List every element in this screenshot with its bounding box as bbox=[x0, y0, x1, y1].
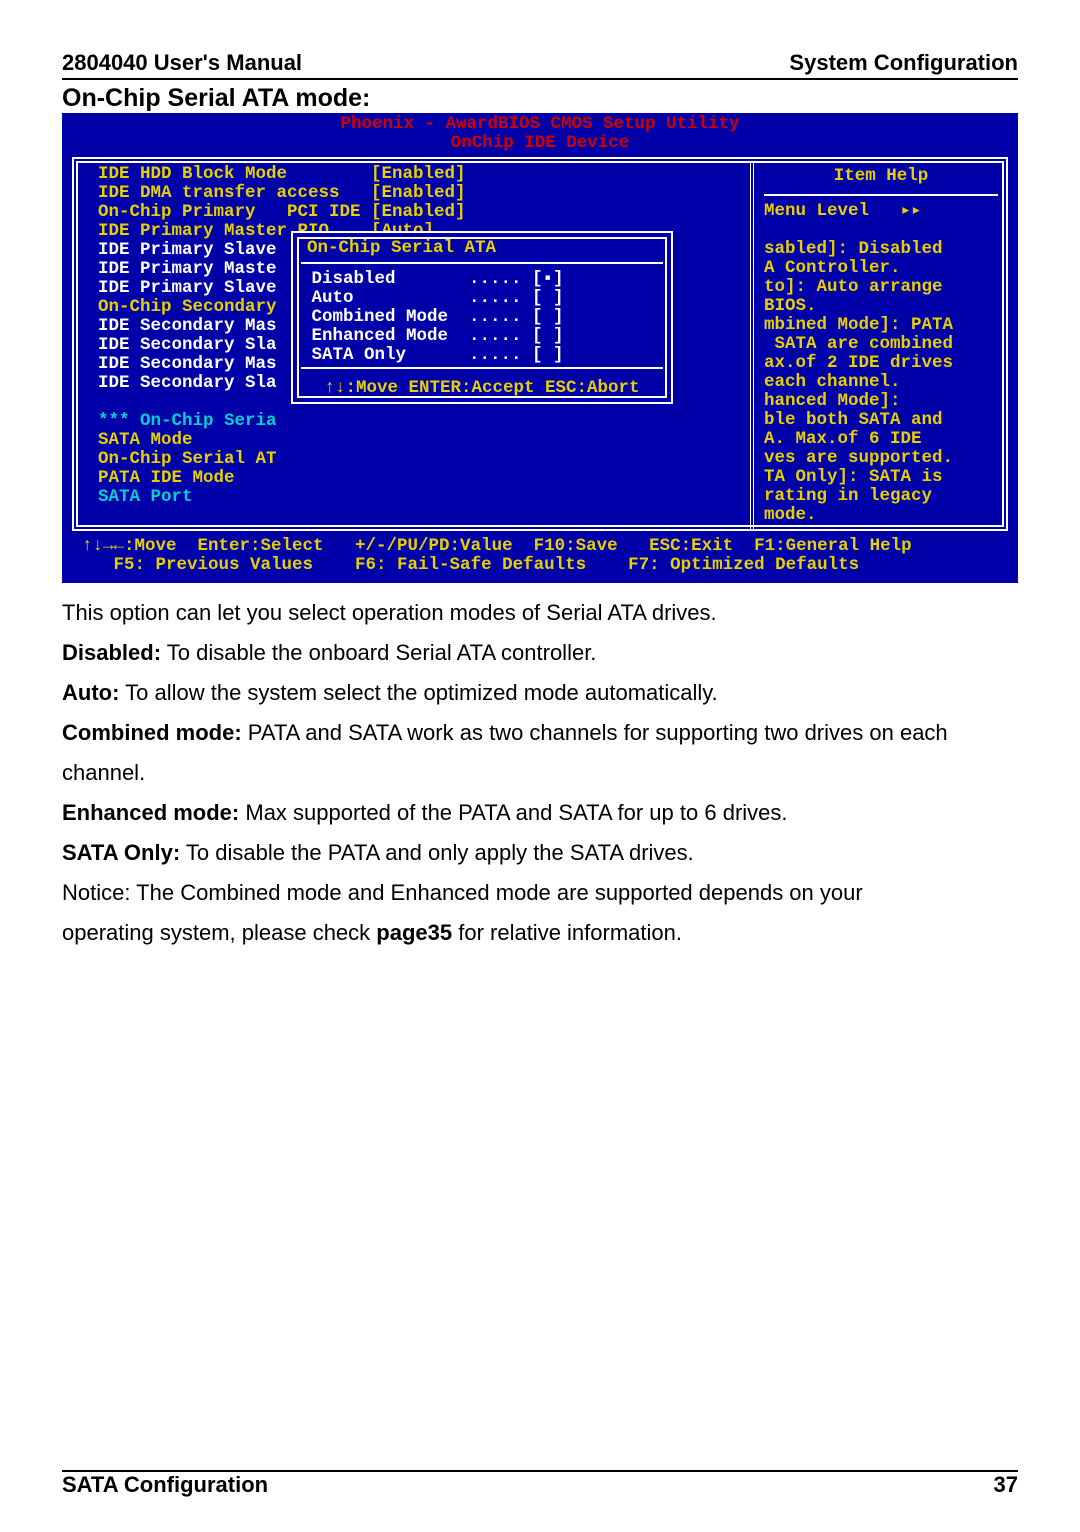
item-help-title: Item Help bbox=[764, 165, 998, 192]
bios-footer: ↑↓→←:Move Enter:Select +/-/PU/PD:Value F… bbox=[62, 537, 1018, 577]
help-line: ax.of 2 IDE drives bbox=[764, 354, 998, 373]
body-text: This option can let you select operation… bbox=[62, 593, 1018, 953]
serial-ata-popup[interactable]: On-Chip Serial ATA Disabled ..... [▪] Au… bbox=[291, 231, 673, 404]
header-rule bbox=[62, 78, 1018, 80]
help-line: A Controller. bbox=[764, 259, 998, 278]
footer-right: 37 bbox=[994, 1472, 1018, 1498]
help-line: rating in legacy bbox=[764, 487, 998, 506]
notice-line-1: Notice: The Combined mode and Enhanced m… bbox=[62, 873, 1018, 913]
help-line: sabled]: Disabled bbox=[764, 240, 998, 259]
combined-desc-2: channel. bbox=[62, 753, 1018, 793]
help-line: each channel. bbox=[764, 373, 998, 392]
popup-option[interactable]: Disabled ..... [▪] bbox=[301, 270, 663, 289]
disabled-label: Disabled: bbox=[62, 640, 161, 665]
popup-option[interactable]: SATA Only ..... [ ] bbox=[301, 346, 663, 365]
help-line: BIOS. bbox=[764, 297, 998, 316]
help-line: A. Max.of 6 IDE bbox=[764, 430, 998, 449]
bios-setting-row[interactable]: *** On-Chip Seria bbox=[98, 412, 744, 431]
menu-level: Menu Level ▸▸ bbox=[764, 202, 998, 221]
bios-setting-row[interactable]: On-Chip Primary PCI IDE [Enabled] bbox=[98, 203, 744, 222]
help-line: ves are supported. bbox=[764, 449, 998, 468]
popup-option[interactable]: Auto ..... [ ] bbox=[301, 289, 663, 308]
bios-footer-line1: ↑↓→←:Move Enter:Select +/-/PU/PD:Value F… bbox=[82, 537, 998, 556]
sataonly-desc: To disable the PATA and only apply the S… bbox=[180, 840, 694, 865]
sataonly-label: SATA Only: bbox=[62, 840, 180, 865]
notice-line-2a: operating system, please check bbox=[62, 920, 376, 945]
popup-option[interactable]: Combined Mode ..... [ ] bbox=[301, 308, 663, 327]
help-line: mbined Mode]: PATA bbox=[764, 316, 998, 335]
auto-label: Auto: bbox=[62, 680, 119, 705]
help-line: TA Only]: SATA is bbox=[764, 468, 998, 487]
bios-footer-line2: F5: Previous Values F6: Fail-Safe Defaul… bbox=[82, 556, 998, 575]
section-title: On-Chip Serial ATA mode: bbox=[62, 84, 1018, 113]
popup-title: On-Chip Serial ATA bbox=[301, 237, 663, 260]
auto-desc: To allow the system select the optimized… bbox=[119, 680, 717, 705]
help-line: SATA are combined bbox=[764, 335, 998, 354]
combined-desc: PATA and SATA work as two channels for s… bbox=[242, 720, 948, 745]
bios-setting-row[interactable]: SATA Port bbox=[98, 488, 744, 507]
help-line: ble both SATA and bbox=[764, 411, 998, 430]
help-line: hanced Mode]: bbox=[764, 392, 998, 411]
footer-left: SATA Configuration bbox=[62, 1472, 268, 1498]
enhanced-desc: Max supported of the PATA and SATA for u… bbox=[239, 800, 787, 825]
intro-line: This option can let you select operation… bbox=[62, 593, 1018, 633]
bios-subtitle: OnChip IDE Device bbox=[62, 134, 1018, 153]
bios-setting-row[interactable]: On-Chip Serial AT bbox=[98, 450, 744, 469]
bios-setting-row[interactable]: PATA IDE Mode bbox=[98, 469, 744, 488]
combined-label: Combined mode: bbox=[62, 720, 242, 745]
bios-setting-row[interactable]: IDE DMA transfer access [Enabled] bbox=[98, 184, 744, 203]
enhanced-label: Enhanced mode: bbox=[62, 800, 239, 825]
notice-line-2b: for relative information. bbox=[452, 920, 682, 945]
header-right: System Configuration bbox=[789, 50, 1018, 76]
bios-title: Phoenix - AwardBIOS CMOS Setup Utility bbox=[62, 115, 1018, 134]
disabled-desc: To disable the onboard Serial ATA contro… bbox=[161, 640, 596, 665]
page-ref: page35 bbox=[376, 920, 452, 945]
popup-footer: ↑↓:Move ENTER:Accept ESC:Abort bbox=[301, 375, 663, 398]
help-line: to]: Auto arrange bbox=[764, 278, 998, 297]
header-left: 2804040 User's Manual bbox=[62, 50, 302, 76]
bios-screen: Phoenix - AwardBIOS CMOS Setup Utility O… bbox=[62, 113, 1018, 583]
bios-setting-row[interactable]: IDE HDD Block Mode [Enabled] bbox=[98, 165, 744, 184]
popup-option[interactable]: Enhanced Mode ..... [ ] bbox=[301, 327, 663, 346]
bios-help-panel: Item Help Menu Level ▸▸ sabled]: Disable… bbox=[750, 161, 1004, 529]
bios-setting-row[interactable]: SATA Mode bbox=[98, 431, 744, 450]
help-line: mode. bbox=[764, 506, 998, 525]
